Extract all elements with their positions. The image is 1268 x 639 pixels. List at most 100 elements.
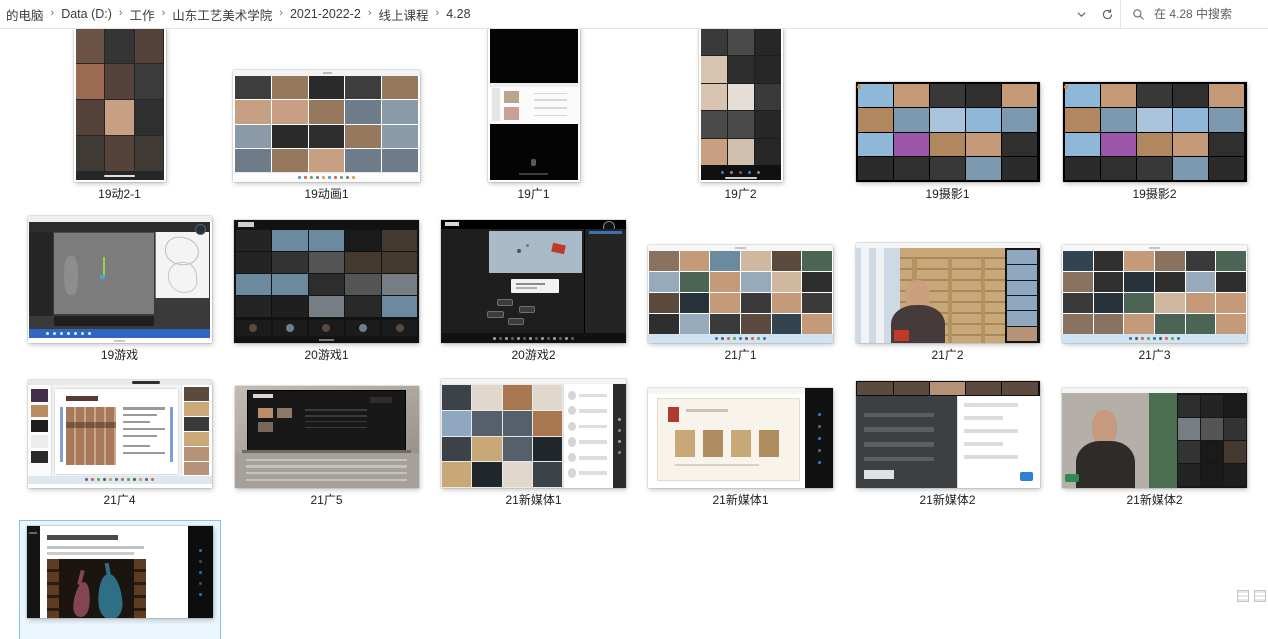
file-item[interactable]: 19摄影1	[844, 28, 1051, 203]
breadcrumb-item[interactable]: 2021-2022-2	[285, 7, 366, 21]
breadcrumb-item[interactable]: 4.28	[441, 7, 475, 21]
file-thumbnail	[441, 220, 626, 343]
file-item-frame: 19广2	[692, 22, 790, 203]
details-view-icon[interactable]	[1237, 590, 1249, 602]
file-label: 21新媒体1	[712, 493, 768, 508]
file-item[interactable]: 19动2-1	[16, 28, 223, 203]
file-row	[16, 509, 1268, 639]
address-bar: 的电脑›Data (D:)›工作›山东工艺美术学院›2021-2022-2›线上…	[0, 0, 1268, 29]
breadcrumb-separator: ›	[49, 7, 57, 19]
file-label: 19摄影1	[925, 187, 969, 202]
breadcrumb-separator: ›	[434, 7, 442, 19]
file-item[interactable]: 21广4	[16, 380, 223, 509]
file-item-frame: 20游戏1	[227, 215, 426, 364]
file-item-frame: 20游戏2	[434, 215, 633, 364]
file-label: 21广3	[1138, 348, 1170, 363]
file-label: 21广5	[310, 493, 342, 508]
file-label: 20游戏1	[304, 348, 348, 363]
statusbar-view-icons	[1237, 590, 1266, 602]
file-item-frame: 19动2-1	[67, 21, 173, 203]
file-item[interactable]: 21广3	[1051, 217, 1258, 364]
file-item[interactable]: 21广1	[637, 217, 844, 364]
breadcrumb-separator: ›	[277, 7, 285, 19]
file-thumbnail	[74, 26, 166, 182]
file-label: 21广4	[103, 493, 135, 508]
breadcrumb-item[interactable]: Data (D:)	[56, 7, 117, 21]
file-thumbnail	[27, 526, 213, 618]
breadcrumb-item[interactable]: 线上课程	[374, 5, 434, 24]
file-row: 19动2-1 19动画1 19广1 19广2 19摄影1 19摄影2	[16, 28, 1268, 203]
file-label: 19摄影2	[1132, 187, 1176, 202]
file-item-frame	[20, 521, 220, 639]
file-item[interactable]: 19广2	[637, 28, 844, 203]
address-bar-buttons	[1068, 0, 1120, 28]
file-thumbnail	[648, 388, 833, 488]
file-item-frame: 21广1	[641, 240, 840, 364]
file-thumbnail	[856, 82, 1040, 182]
file-thumbnail	[235, 386, 419, 488]
file-item-frame: 19游戏	[21, 211, 219, 364]
file-item[interactable]	[16, 509, 223, 639]
file-item[interactable]: 20游戏1	[223, 217, 430, 364]
file-label: 19广2	[724, 187, 756, 202]
file-label: 21广2	[931, 348, 963, 363]
breadcrumb-item[interactable]: 的电脑	[1, 5, 49, 24]
chevron-down-icon[interactable]	[1068, 0, 1094, 28]
file-thumbnail	[648, 245, 833, 343]
file-item-frame: 21新媒体2	[849, 376, 1047, 509]
breadcrumb-separator: ›	[117, 7, 125, 19]
file-label: 21新媒体1	[505, 493, 561, 508]
file-item[interactable]: 21新媒体1	[637, 380, 844, 509]
file-item-frame: 21新媒体2	[1055, 383, 1254, 509]
file-thumbnail	[856, 381, 1040, 488]
breadcrumb-separator: ›	[160, 7, 168, 19]
file-item-frame: 21广2	[849, 238, 1047, 364]
file-item[interactable]: 19广1	[430, 28, 637, 203]
file-item[interactable]: 19动画1	[223, 28, 430, 203]
file-row: 19游戏 20游戏1 20游戏2 21广1 21广2 21广3	[16, 217, 1268, 364]
file-label: 21广1	[724, 348, 756, 363]
file-thumbnail	[1063, 82, 1247, 182]
file-label: 19广1	[517, 187, 549, 202]
file-thumbnail	[28, 216, 212, 343]
file-label: 19动2-1	[98, 187, 141, 202]
file-thumbnail	[699, 27, 783, 182]
file-row: 21广4 21广5 21新媒体1 21新媒体1 21新媒体2 21新媒体2	[16, 380, 1268, 509]
breadcrumb-separator: ›	[366, 7, 374, 19]
file-label: 19游戏	[101, 348, 138, 363]
file-thumbnail	[28, 380, 212, 488]
file-thumbnail	[1062, 245, 1247, 343]
file-item[interactable]: 21新媒体2	[844, 380, 1051, 509]
file-item-frame: 19摄影1	[849, 77, 1047, 203]
file-thumbnail	[234, 220, 419, 343]
search-input[interactable]	[1152, 6, 1251, 22]
breadcrumb-item[interactable]: 工作	[125, 5, 160, 24]
file-item-frame: 19动画1	[226, 65, 427, 203]
file-thumbnail	[441, 379, 626, 488]
file-item[interactable]: 19摄影2	[1051, 28, 1258, 203]
file-item-frame: 21广5	[228, 381, 426, 509]
thumbnail-view-icon[interactable]	[1254, 590, 1266, 602]
refresh-icon[interactable]	[1094, 0, 1120, 28]
file-thumbnail	[1062, 388, 1247, 488]
file-item[interactable]: 20游戏2	[430, 217, 637, 364]
breadcrumb: 的电脑›Data (D:)›工作›山东工艺美术学院›2021-2022-2›线上…	[0, 0, 1068, 28]
file-item-frame: 21广4	[21, 375, 219, 509]
file-label: 21新媒体2	[1126, 493, 1182, 508]
file-item[interactable]: 21广2	[844, 217, 1051, 364]
file-item[interactable]: 19游戏	[16, 217, 223, 364]
file-label: 21新媒体2	[919, 493, 975, 508]
file-item-frame: 21新媒体1	[641, 383, 840, 509]
file-grid: 19动2-1 19动画1 19广1 19广2 19摄影1 19摄影2 19游戏 20游戏1 20…	[16, 28, 1268, 603]
file-item[interactable]: 21新媒体2	[1051, 380, 1258, 509]
file-label: 20游戏2	[511, 348, 555, 363]
file-item-frame: 19广1	[481, 21, 587, 203]
file-thumbnail	[856, 243, 1040, 343]
file-item-frame: 21新媒体1	[434, 374, 633, 509]
file-thumbnail	[233, 70, 420, 182]
file-item[interactable]: 21新媒体1	[430, 380, 637, 509]
file-item[interactable]: 21广5	[223, 380, 430, 509]
file-thumbnail	[488, 26, 580, 182]
search-box[interactable]	[1120, 0, 1268, 28]
breadcrumb-item[interactable]: 山东工艺美术学院	[167, 5, 277, 24]
